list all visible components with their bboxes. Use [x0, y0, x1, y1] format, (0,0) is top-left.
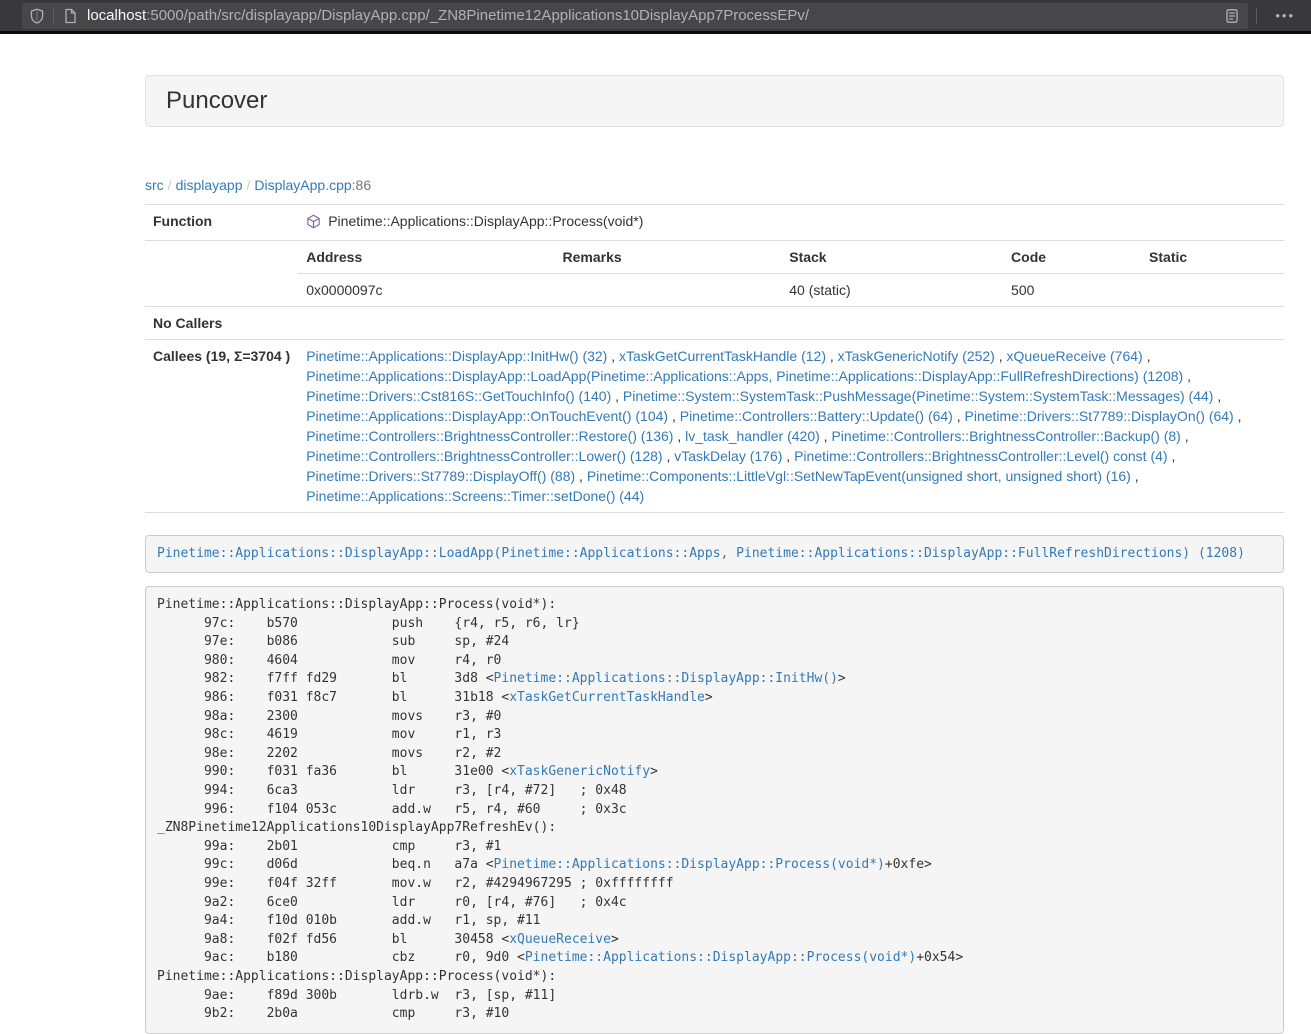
callee-link[interactable]: xTaskGenericNotify (252): [838, 348, 995, 364]
callee-link[interactable]: xQueueReceive (764): [1007, 348, 1143, 364]
url-host: localhost: [87, 7, 146, 24]
callers-cell: [298, 306, 1284, 339]
stats-value-row: 0x0000097c 40 (static)500: [298, 273, 1284, 306]
url-text[interactable]: localhost:5000/path/src/displayapp/Displ…: [87, 7, 1224, 24]
callee-link[interactable]: Pinetime::Controllers::BrightnessControl…: [794, 448, 1167, 464]
breadcrumb-separator: /: [164, 177, 176, 193]
breadcrumb-link-displayapp[interactable]: displayapp: [176, 177, 243, 193]
callee-link[interactable]: Pinetime::Controllers::BrightnessControl…: [306, 428, 673, 444]
stats-value: [1141, 273, 1284, 306]
callee-link[interactable]: vTaskDelay (176): [674, 448, 782, 464]
stats-value: 500: [1003, 273, 1141, 306]
toolbar-divider: [53, 8, 54, 24]
callee-link[interactable]: xTaskGetCurrentTaskHandle (12): [619, 348, 826, 364]
callee-link[interactable]: Pinetime::Drivers::St7789::DisplayOn() (…: [965, 408, 1234, 424]
breadcrumb-separator: /: [243, 177, 255, 193]
shield-icon[interactable]: [29, 8, 45, 24]
asm-symbol-link[interactable]: Pinetime::Applications::DisplayApp::Proc…: [494, 857, 885, 872]
callers-row: No Callers: [145, 306, 1284, 339]
callee-link[interactable]: Pinetime::Drivers::Cst816S::GetTouchInfo…: [306, 388, 611, 404]
callee-link[interactable]: lv_task_handler (420): [685, 428, 820, 444]
callee-link[interactable]: Pinetime::Applications::DisplayApp::Load…: [306, 368, 1183, 384]
stats-table: AddressRemarksStackCodeStatic 0x0000097c…: [298, 241, 1284, 306]
no-callers-label: No Callers: [145, 306, 298, 339]
highlighted-callee-link[interactable]: Pinetime::Applications::DisplayApp::Load…: [157, 546, 1245, 561]
empty-cell: [145, 240, 298, 306]
stats-value: 40 (static): [781, 273, 1003, 306]
page-title: Puncover: [166, 88, 1263, 114]
stats-value: [555, 273, 782, 306]
function-label: Function: [145, 205, 298, 241]
callee-link[interactable]: Pinetime::Drivers::St7789::DisplayOff() …: [306, 468, 575, 484]
asm-symbol-link[interactable]: xTaskGenericNotify: [509, 764, 650, 779]
app-header: Puncover: [145, 75, 1284, 127]
highlighted-callee-block: Pinetime::Applications::DisplayApp::Load…: [145, 535, 1284, 574]
callee-link[interactable]: Pinetime::Applications::DisplayApp::Init…: [306, 348, 607, 364]
function-name-cell: Pinetime::Applications::DisplayApp::Proc…: [298, 205, 1284, 241]
stats-value: 0x0000097c: [298, 273, 554, 306]
asm-symbol-link[interactable]: xQueueReceive: [509, 932, 611, 947]
breadcrumb: src/displayapp/DisplayApp.cpp:86: [145, 177, 1284, 193]
callee-link[interactable]: Pinetime::Controllers::BrightnessControl…: [831, 428, 1180, 444]
menu-icon[interactable]: •••: [1265, 3, 1305, 29]
callees-label: Callees (19, Σ=3704 ): [145, 339, 298, 512]
callee-link[interactable]: Pinetime::System::SystemTask::PushMessag…: [623, 388, 1214, 404]
stats-header-row: AddressRemarksStackCodeStatic: [298, 241, 1284, 274]
stats-table-cell: AddressRemarksStackCodeStatic 0x0000097c…: [298, 240, 1284, 306]
page-info-icon[interactable]: [62, 8, 78, 24]
stats-header: Remarks: [555, 241, 782, 274]
toolbar-divider: [1256, 8, 1257, 24]
stats-header: Static: [1141, 241, 1284, 274]
stats-header: Code: [1003, 241, 1141, 274]
callee-link[interactable]: Pinetime::Applications::Screens::Timer::…: [306, 488, 644, 504]
page-content: Puncover src/displayapp/DisplayApp.cpp:8…: [145, 75, 1284, 1034]
callees-row: Callees (19, Σ=3704 ) Pinetime::Applicat…: [145, 339, 1284, 512]
asm-symbol-link[interactable]: Pinetime::Applications::DisplayApp::Init…: [494, 671, 838, 686]
function-table: Function Pinetime::Applications::Display…: [145, 204, 1284, 513]
function-stats-row: AddressRemarksStackCodeStatic 0x0000097c…: [145, 240, 1284, 306]
disassembly-block: Pinetime::Applications::DisplayApp::Proc…: [145, 586, 1284, 1034]
function-signature: Pinetime::Applications::DisplayApp::Proc…: [328, 211, 643, 231]
callee-link[interactable]: Pinetime::Controllers::BrightnessControl…: [306, 448, 662, 464]
callees-list: Pinetime::Applications::DisplayApp::Init…: [298, 339, 1284, 512]
browser-toolbar: localhost:5000/path/src/displayapp/Displ…: [0, 0, 1311, 34]
breadcrumb-line-number: :86: [352, 177, 371, 193]
stats-header: Stack: [781, 241, 1003, 274]
callee-link[interactable]: Pinetime::Applications::DisplayApp::OnTo…: [306, 408, 668, 424]
callee-link[interactable]: Pinetime::Controllers::Battery::Update()…: [680, 408, 953, 424]
reader-mode-icon[interactable]: [1224, 8, 1240, 24]
breadcrumb-link-file[interactable]: DisplayApp.cpp: [254, 177, 351, 193]
asm-symbol-link[interactable]: xTaskGetCurrentTaskHandle: [509, 690, 705, 705]
url-bar[interactable]: localhost:5000/path/src/displayapp/Displ…: [22, 3, 1248, 29]
function-row: Function Pinetime::Applications::Display…: [145, 205, 1284, 241]
url-path: :5000/path/src/displayapp/DisplayApp.cpp…: [146, 7, 809, 24]
breadcrumb-link-src[interactable]: src: [145, 177, 164, 193]
stats-header: Address: [298, 241, 554, 274]
callee-link[interactable]: Pinetime::Components::LittleVgl::SetNewT…: [587, 468, 1131, 484]
asm-symbol-link[interactable]: Pinetime::Applications::DisplayApp::Proc…: [525, 950, 916, 965]
cube-icon: [306, 214, 321, 229]
